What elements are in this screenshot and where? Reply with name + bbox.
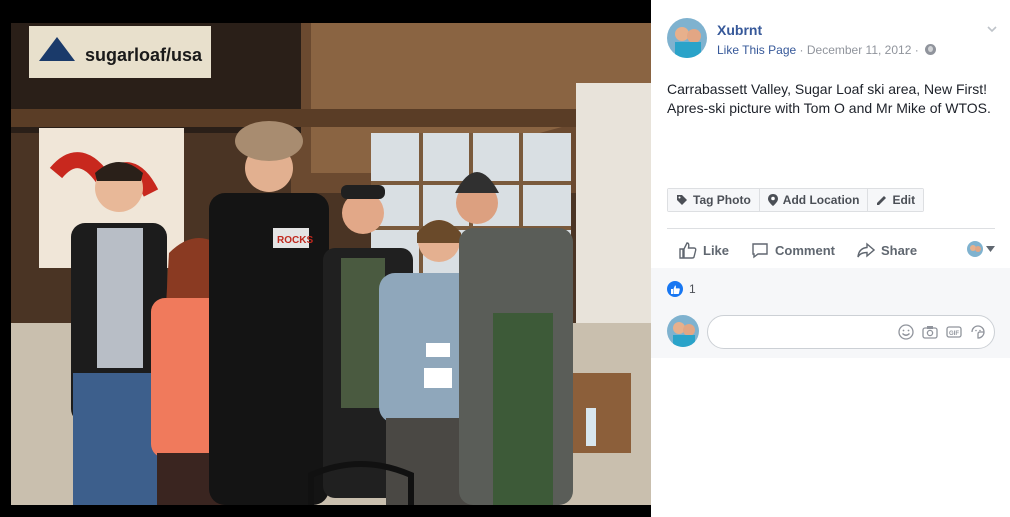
add-location-button[interactable]: Add Location <box>759 189 869 211</box>
avatar-image <box>667 18 707 58</box>
comment-button[interactable]: Comment <box>751 242 835 259</box>
post-meta: Like This Page · December 11, 2012 · <box>717 43 937 57</box>
add-location-label: Add Location <box>782 193 860 207</box>
gif-label: GIF <box>949 331 959 337</box>
location-pin-icon <box>767 194 778 206</box>
camera-icon[interactable] <box>922 324 938 340</box>
gif-icon[interactable]: GIF <box>946 324 962 340</box>
post-actions: Like Comment Share <box>667 234 995 266</box>
post-header: Xubrnt Like This Page · December 11, 201… <box>667 18 997 62</box>
share-label: Share <box>880 242 918 258</box>
post-photo[interactable]: sugarloaf/usa ROCKS <box>11 23 651 505</box>
tag-icon <box>677 195 687 205</box>
reaction-summary[interactable]: 1 <box>667 281 696 297</box>
sticker-icon[interactable] <box>970 324 986 340</box>
smiley-icon[interactable] <box>898 324 914 340</box>
pencil-icon <box>877 195 887 205</box>
edit-label: Edit <box>892 193 916 207</box>
comment-label: Comment <box>775 242 835 258</box>
like-button[interactable]: Like <box>679 241 730 259</box>
feedback-section: 1 GIF <box>651 268 1010 358</box>
tag-photo-label: Tag Photo <box>693 193 751 207</box>
chevron-down-icon[interactable] <box>985 22 999 36</box>
post-date[interactable]: December 11, 2012 <box>807 43 912 57</box>
edit-button[interactable]: Edit <box>868 189 924 211</box>
thumbs-up-white-icon <box>670 285 680 294</box>
photo-viewer: sugarloaf/usa ROCKS <box>0 0 651 517</box>
audience-selector[interactable] <box>967 241 995 257</box>
globe-icon <box>925 44 937 55</box>
comment-tools: GIF <box>898 324 986 340</box>
author-avatar[interactable] <box>667 18 707 58</box>
like-label: Like <box>703 242 730 258</box>
post-caption: Carrabassett Valley, Sugar Loaf ski area… <box>667 81 991 116</box>
profile-mini-avatar <box>967 241 983 257</box>
banner-text: sugarloaf/usa <box>85 45 203 65</box>
like-page-link[interactable]: Like This Page <box>717 43 796 57</box>
commenter-avatar <box>667 315 699 347</box>
reaction-count: 1 <box>689 282 696 296</box>
mini-avatar-image <box>967 241 983 257</box>
meta-separator-2: · <box>914 43 919 57</box>
post-panel: Xubrnt Like This Page · December 11, 201… <box>651 0 1010 517</box>
comment-input[interactable]: GIF <box>707 315 995 349</box>
share-button[interactable]: Share <box>857 242 917 258</box>
tag-photo-button[interactable]: Tag Photo <box>668 189 760 211</box>
like-reaction-icon <box>667 281 683 297</box>
photo-toolbar: Tag Photo Add Location Edit <box>667 188 925 212</box>
thumbs-up-icon <box>679 241 697 259</box>
divider <box>667 228 995 229</box>
shirt-text: ROCKS <box>277 235 313 246</box>
share-icon <box>857 242 875 258</box>
comment-icon <box>752 242 768 258</box>
caret-down-icon <box>986 246 995 252</box>
commenter-avatar-image <box>667 315 699 347</box>
photo-illustration: sugarloaf/usa ROCKS <box>11 23 651 505</box>
author-name[interactable]: Xubrnt <box>717 22 762 38</box>
meta-separator: · <box>799 43 804 57</box>
